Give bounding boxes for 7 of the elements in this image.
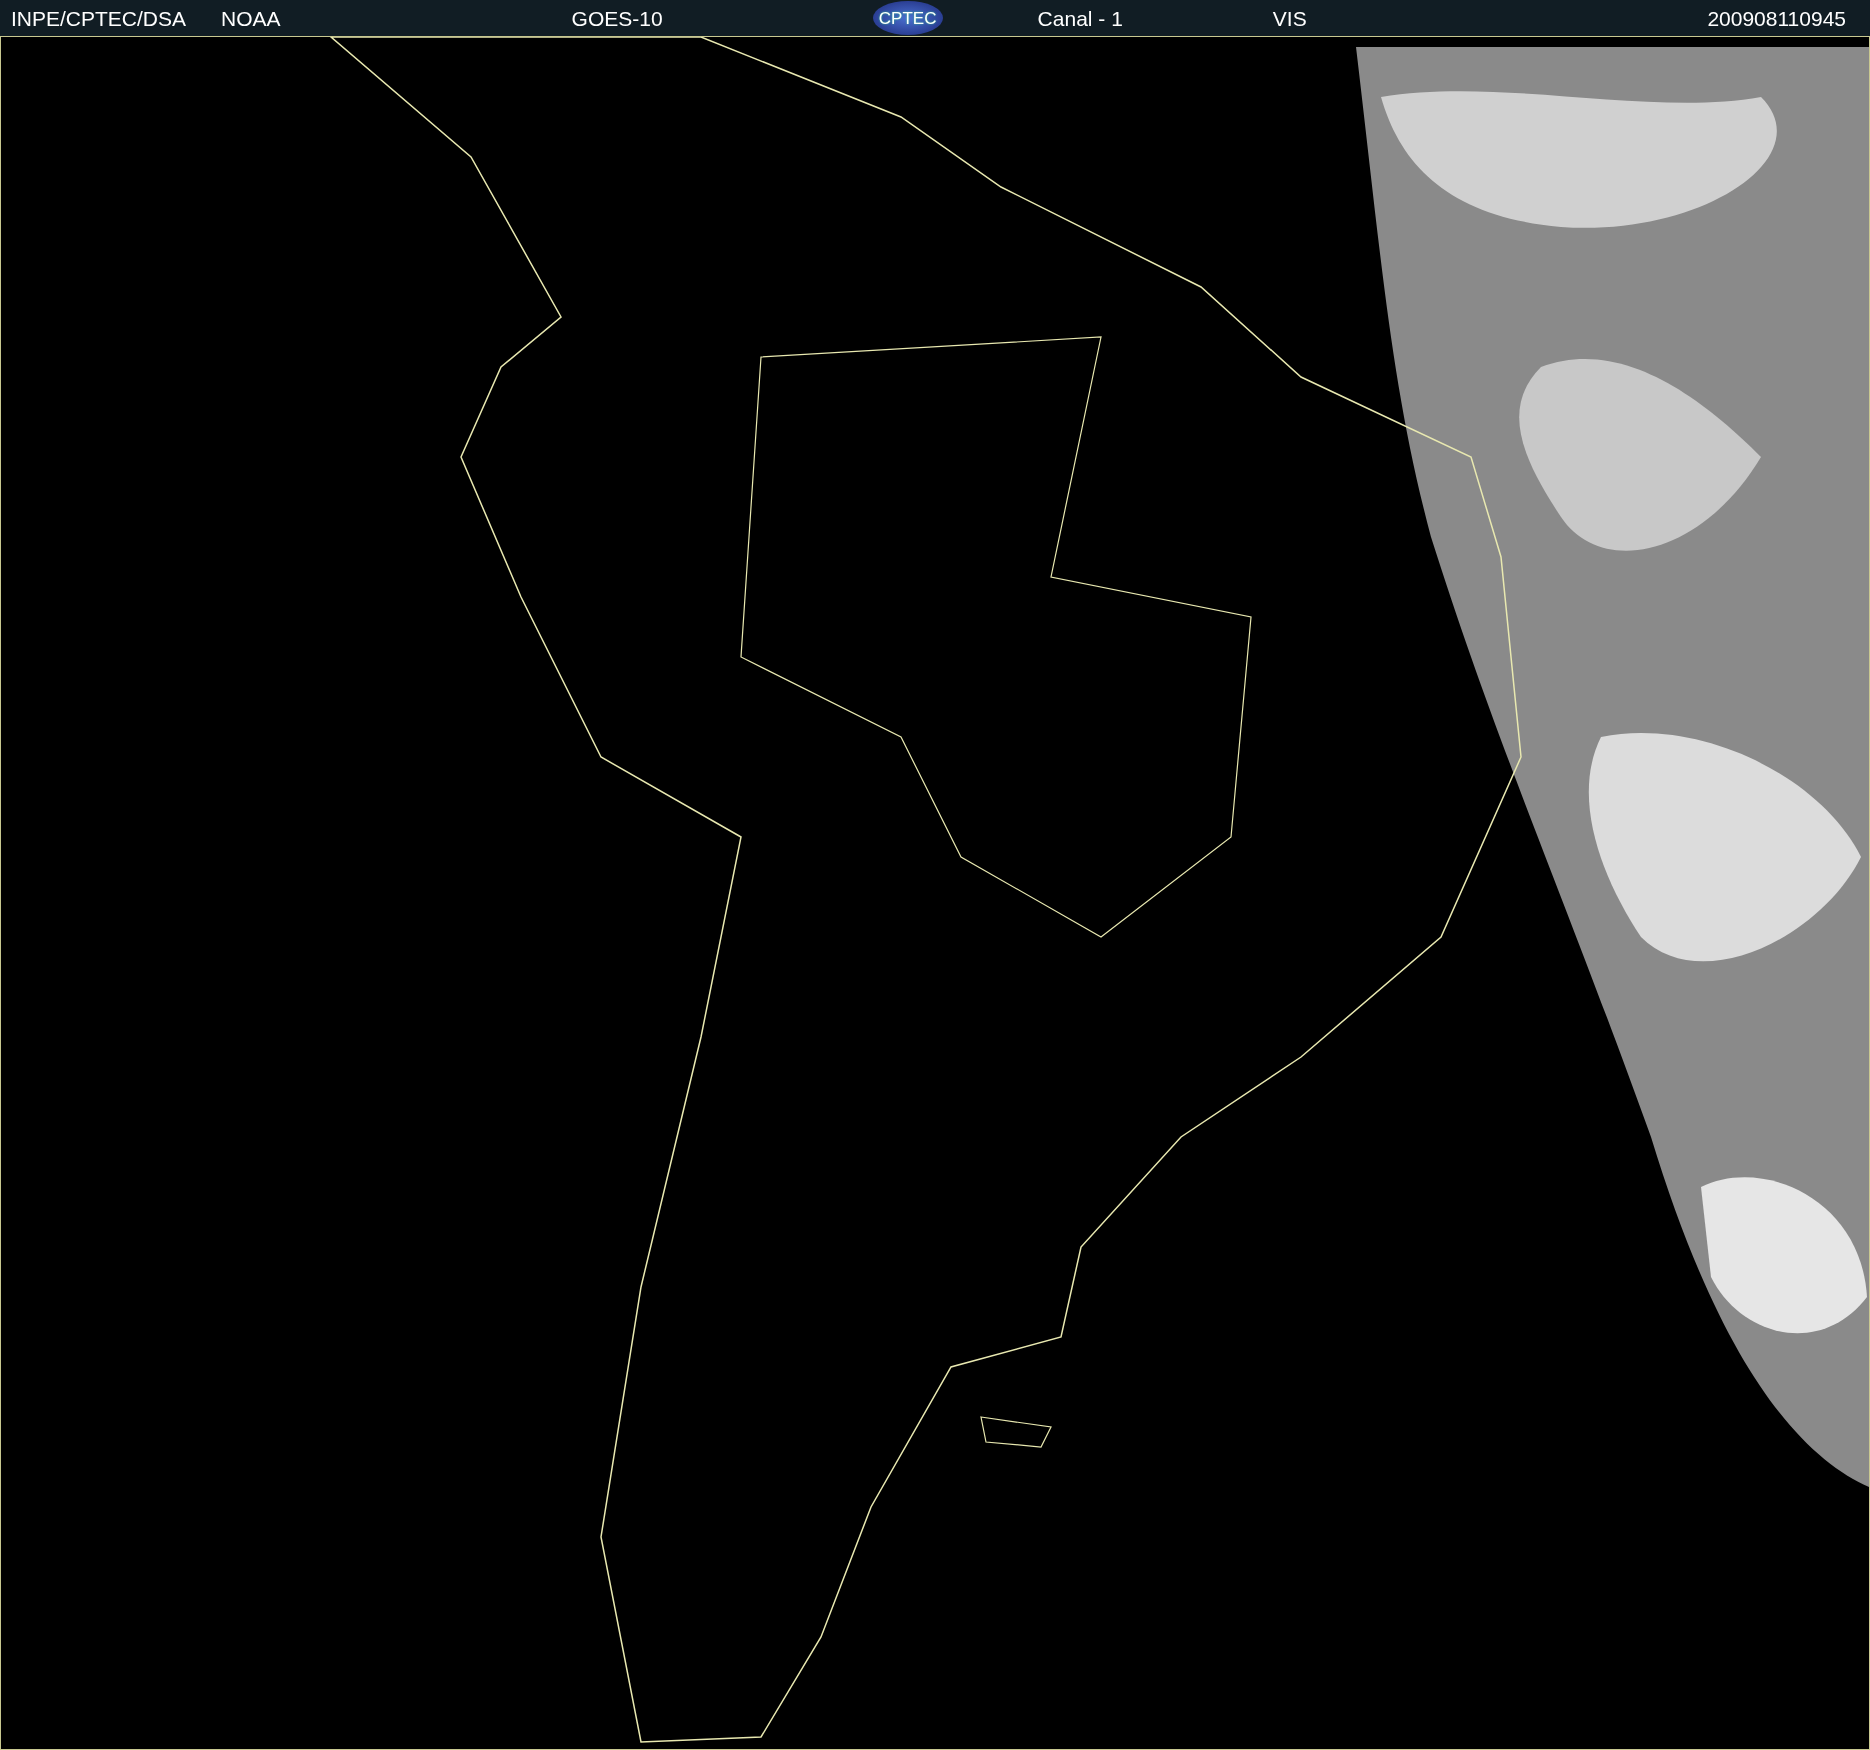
satellite-label: GOES-10 [571, 7, 663, 29]
source-label: INPE/CPTEC/DSA [11, 7, 187, 29]
logo: CPTEC [872, 1, 943, 35]
channel-label: Canal - 1 [1037, 7, 1123, 29]
band-label: VIS [1272, 7, 1307, 29]
timestamp-label: 200908110945 [1707, 7, 1846, 29]
agency-label: NOAA [221, 7, 281, 29]
